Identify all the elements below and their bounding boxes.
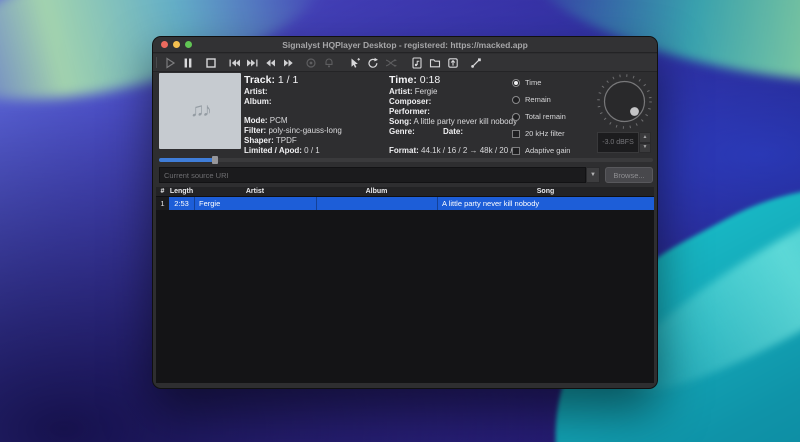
titlebar[interactable]: Signalyst HQPlayer Desktop - registered:… [153, 37, 657, 53]
playlist-icon[interactable] [410, 56, 424, 69]
fast-forward-icon[interactable] [281, 56, 295, 69]
album-art-placeholder: ♫♪ [159, 73, 241, 149]
radio-button[interactable] [512, 79, 520, 87]
toolbar [153, 54, 657, 72]
playlist-table: # Length Artist Album Song 1 2:53 Fergie… [156, 187, 654, 383]
stop-icon[interactable] [204, 56, 218, 69]
mode-line: Mode: PCM [244, 116, 389, 126]
volume-up-button[interactable]: ▲ [639, 132, 651, 143]
playlist-empty-area[interactable] [156, 210, 654, 383]
pause-icon[interactable] [181, 56, 195, 69]
radio-time[interactable]: Time [512, 77, 604, 88]
radio-button[interactable] [512, 113, 520, 121]
browse-button[interactable]: Browse... [605, 167, 653, 183]
repeat-icon[interactable] [366, 56, 380, 69]
radio-remain[interactable]: Remain [512, 94, 604, 105]
checkbox[interactable] [512, 130, 520, 138]
now-playing-panel: ♫♪ Track: 1 / 1 Artist: Album: Mode: PCM… [153, 73, 657, 157]
header-album[interactable]: Album [316, 188, 437, 195]
previous-track-icon[interactable] [227, 56, 241, 69]
row-length[interactable]: 2:53 [169, 197, 194, 210]
seek-slider[interactable] [159, 156, 653, 164]
header-artist[interactable]: Artist [194, 188, 316, 195]
filter-line: Filter: poly-sinc-gauss-long [244, 126, 389, 136]
traffic-lights [161, 41, 192, 48]
radio-button[interactable] [512, 96, 520, 104]
rewind-icon[interactable] [263, 56, 277, 69]
radio-total-remain[interactable]: Total remain [512, 111, 604, 122]
minimize-window-button[interactable] [173, 41, 180, 48]
knob-indicator-dot [630, 107, 639, 116]
track-counter: Track: 1 / 1 [244, 74, 389, 86]
next-track-icon[interactable] [245, 56, 259, 69]
folder-icon[interactable] [428, 56, 442, 69]
chevron-down-icon: ▼ [590, 172, 596, 178]
volume-readout[interactable]: -3.0 dBFS [597, 132, 639, 153]
source-uri-input[interactable] [159, 167, 586, 183]
source-row: ▼ Browse... [159, 167, 653, 183]
header-length[interactable]: Length [169, 188, 194, 195]
row-artist[interactable]: Fergie [194, 197, 316, 210]
shuffle-icon[interactable] [384, 56, 398, 69]
pipeline-icon[interactable] [469, 56, 483, 69]
playlist-header: # Length Artist Album Song [156, 187, 654, 197]
seek-fill [159, 158, 213, 162]
record-icon[interactable] [304, 56, 318, 69]
checkbox[interactable] [512, 147, 520, 155]
close-window-button[interactable] [161, 41, 168, 48]
album-line: Album: [244, 97, 389, 107]
header-num[interactable]: # [156, 188, 169, 195]
row-album[interactable] [316, 197, 437, 210]
play-icon[interactable] [163, 56, 177, 69]
header-song[interactable]: Song [437, 188, 654, 195]
playlist-row-selected[interactable]: 1 2:53 Fergie A little party never kill … [156, 197, 654, 210]
checkbox-adaptive-gain[interactable]: Adaptive gain [512, 145, 604, 156]
volume-spinbox: -3.0 dBFS ▲ ▼ [597, 132, 651, 153]
artist-line: Artist: [244, 87, 389, 97]
zoom-window-button[interactable] [185, 41, 192, 48]
window-title: Signalyst HQPlayer Desktop - registered:… [153, 40, 657, 50]
volume-section: -3.0 dBFS ▲ ▼ [594, 73, 656, 157]
row-song[interactable]: A little party never kill nobody [437, 197, 654, 210]
limited-apod-line: Limited / Apod: 0 / 1 [244, 146, 389, 156]
shaper-line: Shaper: TPDF [244, 136, 389, 146]
row-number: 1 [156, 197, 169, 210]
display-options: Time Remain Total remain 20 kHz filter A… [512, 77, 604, 162]
source-dropdown-button[interactable]: ▼ [586, 167, 600, 183]
seek-groove[interactable] [159, 158, 653, 162]
checkbox-20khz-filter[interactable]: 20 kHz filter [512, 128, 604, 139]
music-note-icon: ♫♪ [190, 100, 210, 122]
seek-handle[interactable] [212, 156, 218, 164]
track-info: Track: 1 / 1 Artist: Album: Mode: PCM Fi… [244, 74, 389, 156]
alarm-icon[interactable] [322, 56, 336, 69]
toolbar-drag-handle[interactable] [156, 57, 157, 68]
volume-knob[interactable] [596, 73, 653, 135]
volume-down-button[interactable]: ▼ [639, 143, 651, 154]
hqplayer-window: Signalyst HQPlayer Desktop - registered:… [152, 36, 658, 389]
pointer-icon[interactable] [348, 56, 362, 69]
upload-icon[interactable] [446, 56, 460, 69]
